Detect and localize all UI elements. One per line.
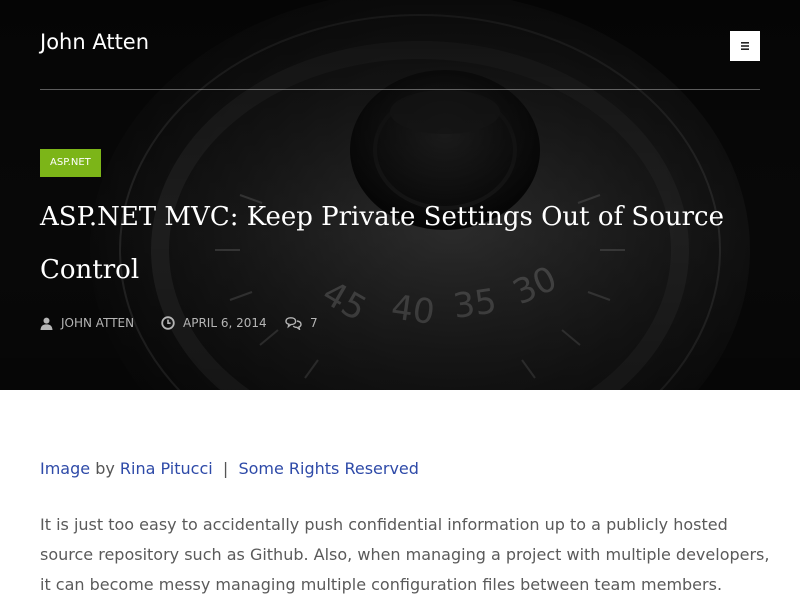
credit-separator: | <box>212 459 239 478</box>
comments-icon <box>285 316 302 330</box>
hamburger-icon <box>741 42 749 50</box>
header-divider <box>40 89 760 90</box>
image-link[interactable]: Image <box>40 459 90 478</box>
post-date-text: APRIL 6, 2014 <box>183 316 267 330</box>
hero-header: 30 35 40 45 John Atten ASP.NET ASP.NET M… <box>0 0 800 390</box>
post-author[interactable]: JOHN ATTEN <box>40 313 134 333</box>
credit-by-text: by <box>90 459 120 478</box>
photographer-link[interactable]: Rina Pitucci <box>120 459 213 478</box>
menu-button[interactable] <box>730 31 760 61</box>
category-badge[interactable]: ASP.NET <box>40 149 101 177</box>
post-content: Image by Rina Pitucci | Some Rights Rese… <box>40 455 770 600</box>
user-icon <box>40 317 53 330</box>
site-title[interactable]: John Atten <box>40 30 149 54</box>
post-comments[interactable]: 7 <box>285 313 318 333</box>
clock-icon <box>161 316 175 330</box>
post-date[interactable]: APRIL 6, 2014 <box>161 313 267 333</box>
post-title: ASP.NET MVC: Keep Private Settings Out o… <box>40 202 724 285</box>
intro-paragraph: It is just too easy to accidentally push… <box>40 515 770 594</box>
post-author-name: JOHN ATTEN <box>61 316 135 330</box>
comment-count: 7 <box>310 316 318 330</box>
image-credit: Image by Rina Pitucci | Some Rights Rese… <box>40 455 770 483</box>
rights-link[interactable]: Some Rights Reserved <box>238 459 418 478</box>
